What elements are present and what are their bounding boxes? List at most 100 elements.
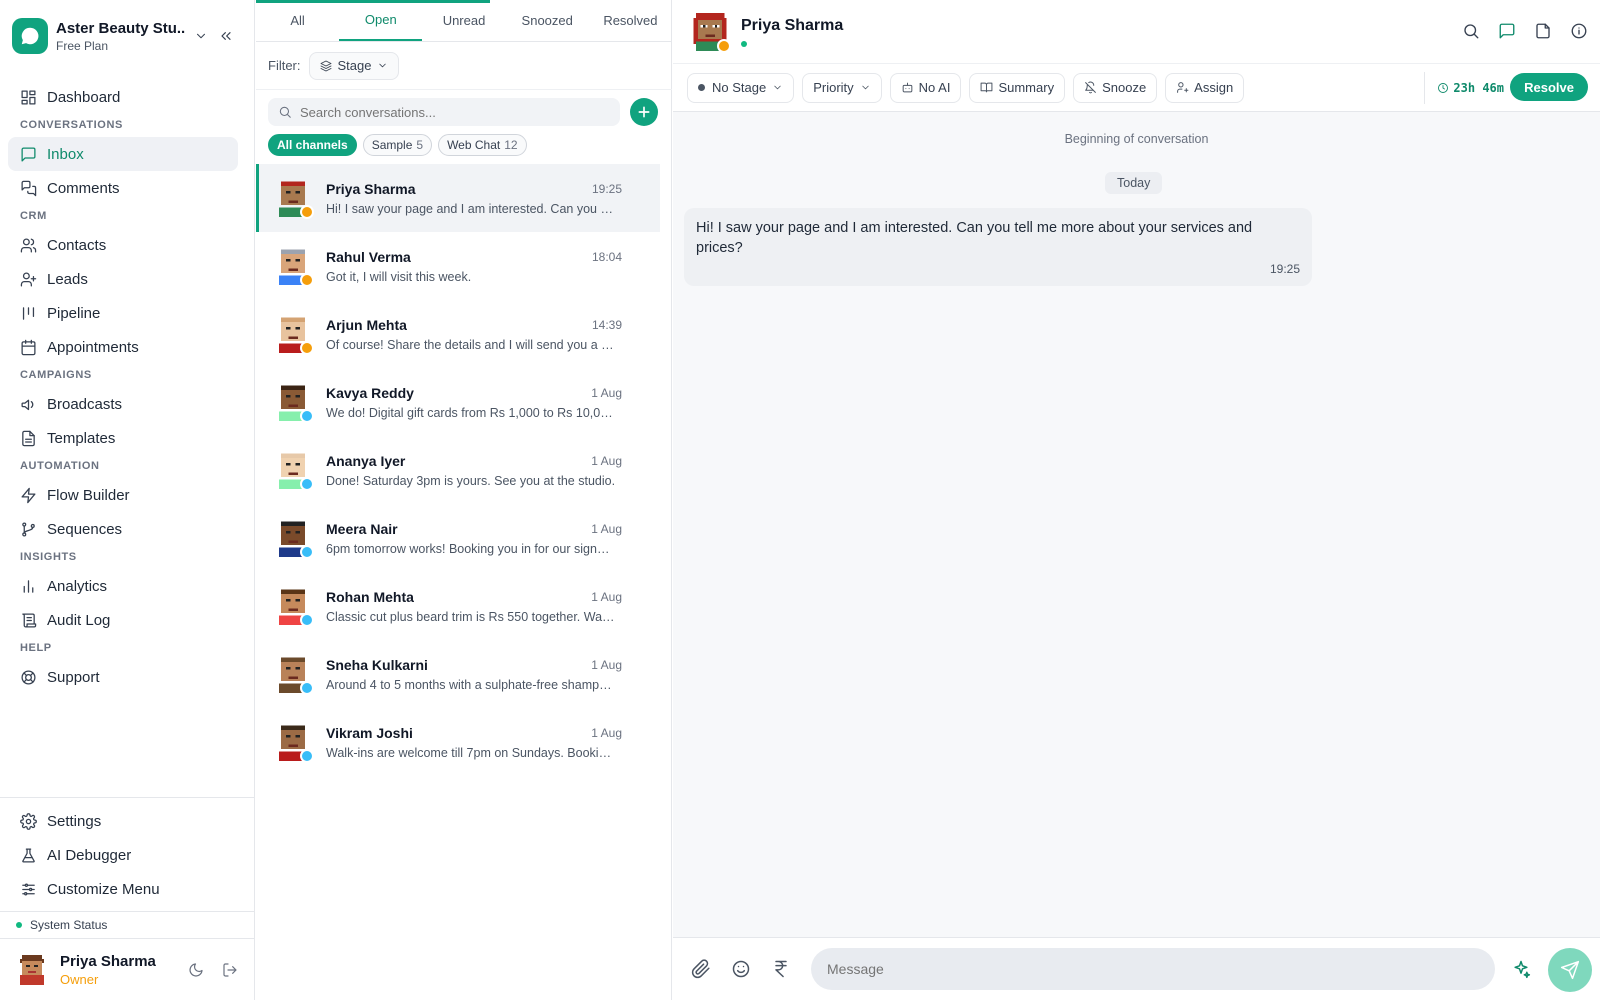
conversation-item[interactable]: Priya Sharma 19:25 Hi! I saw your page and… <box>256 164 660 232</box>
conversation-item[interactable]: Arjun Mehta 14:39 Of course! Share the det… <box>256 300 672 368</box>
conversation-name: Priya Sharma <box>326 180 416 197</box>
conversation-item[interactable]: Rohan Mehta 1 Aug Classic cut plus beard t… <box>256 572 672 640</box>
nav-settings[interactable]: Settings <box>8 804 247 838</box>
nav-appointments[interactable]: Appointments <box>8 330 238 364</box>
note-icon[interactable] <box>1534 22 1552 40</box>
priority-dropdown[interactable]: Priority <box>802 72 882 103</box>
conversation-item[interactable]: Rahul Verma 18:04 Got it, I will visit thi… <box>256 232 672 300</box>
contact-avatar <box>274 247 314 287</box>
channel-badge <box>300 205 314 219</box>
nav-label: Dashboard <box>47 88 121 106</box>
collapse-sidebar-icon[interactable] <box>218 28 234 44</box>
user-profile[interactable]: Priya Sharma Owner <box>0 940 255 1000</box>
conversation-item[interactable]: Kavya Reddy 1 Aug We do! Digital gift card… <box>256 368 672 436</box>
send-button[interactable] <box>1548 948 1592 992</box>
new-conversation-button[interactable] <box>630 98 658 126</box>
nav-section-insights: INSIGHTS <box>20 551 77 563</box>
message-input[interactable] <box>811 948 1495 990</box>
nav-broadcasts[interactable]: Broadcasts <box>8 387 238 421</box>
nav-customize-menu[interactable]: Customize Menu <box>8 872 247 906</box>
paperclip-icon[interactable] <box>691 959 711 979</box>
message-bubble: Hi! I saw your page and I am interested.… <box>684 208 1312 286</box>
tab-all[interactable]: All <box>256 0 339 41</box>
conversation-preview: We do! Digital gift cards from Rs 1,000 … <box>326 405 616 420</box>
search-input[interactable] <box>300 104 600 120</box>
conversation-preview: Of course! Share the details and I will … <box>326 337 616 352</box>
scroll-icon <box>22 612 37 628</box>
conversation-time: 18:04 <box>591 249 622 264</box>
channel-chip-web-chat[interactable]: Web Chat 12 <box>438 134 527 156</box>
chat-icon[interactable] <box>1498 22 1516 40</box>
workspace-switcher[interactable]: Aster Beauty Stu... Free Plan <box>12 16 244 56</box>
priority-label: Priority <box>813 80 854 95</box>
tab-resolved[interactable]: Resolved <box>589 0 672 41</box>
conversation-item[interactable]: Ananya Iyer 1 Aug Done! Saturday 3pm is yo… <box>256 436 672 504</box>
nav-leads[interactable]: Leads <box>8 262 238 296</box>
send-icon <box>1560 960 1580 980</box>
tab-unread[interactable]: Unread <box>422 0 505 41</box>
chevron-down-icon[interactable] <box>194 29 208 43</box>
conversation-item[interactable]: Meera Nair 1 Aug 6pm tomorrow works! Booki… <box>256 504 672 572</box>
lifebuoy-icon <box>21 669 36 685</box>
ai-toggle-button[interactable]: No AI <box>889 72 962 103</box>
nav-label: Pipeline <box>47 304 101 322</box>
channel-chip-all[interactable]: All channels <box>268 134 357 156</box>
avatar <box>20 955 44 985</box>
conversation-list-panel: All Open Unread Snoozed Resolved Filter:… <box>256 0 672 1000</box>
contact-avatar[interactable] <box>691 12 731 53</box>
nav-flow-builder[interactable]: Flow Builder <box>8 478 238 512</box>
chevron-down-icon <box>379 63 387 68</box>
main-nav: Dashboard CONVERSATIONS Inbox Comments C… <box>8 80 238 694</box>
chat-panel: Priya Sharma No Stage Priority No AI Sum… <box>673 0 1600 1000</box>
search-icon[interactable] <box>1462 22 1480 40</box>
nav-contacts[interactable]: Contacts <box>8 228 238 262</box>
stage-dropdown[interactable]: No Stage <box>687 72 795 103</box>
contact-avatar <box>274 315 314 355</box>
conversation-time: 1 Aug <box>591 725 622 740</box>
nav-label: Comments <box>47 179 120 197</box>
conversation-name: Sneha Kulkarni <box>326 656 428 673</box>
system-status[interactable]: System Status <box>0 911 255 939</box>
moon-icon[interactable] <box>188 962 204 978</box>
conversation-name: Rahul Verma <box>326 248 411 265</box>
summary-button[interactable]: Summary <box>969 72 1066 103</box>
info-icon[interactable] <box>1570 22 1588 40</box>
nav-support[interactable]: Support <box>8 660 238 694</box>
nav-dashboard[interactable]: Dashboard <box>8 80 238 114</box>
conversation-time: 14:39 <box>591 317 622 332</box>
conversation-list: Priya Sharma 19:25 Hi! I saw your page and… <box>256 164 672 776</box>
nav-pipeline[interactable]: Pipeline <box>8 296 238 330</box>
filter-row: Filter: Stage <box>256 42 672 90</box>
channel-badge <box>300 749 314 763</box>
sparkle-icon[interactable] <box>1511 959 1531 979</box>
emoji-icon[interactable] <box>731 959 751 979</box>
nav-analytics[interactable]: Analytics <box>8 569 238 603</box>
nav-ai-debugger[interactable]: AI Debugger <box>8 838 247 872</box>
conversation-time: 1 Aug <box>591 385 622 400</box>
channel-count: 5 <box>416 138 424 152</box>
nav-comments[interactable]: Comments <box>8 171 238 205</box>
nav-templates[interactable]: Templates <box>8 421 238 455</box>
nav-sequences[interactable]: Sequences <box>8 512 238 546</box>
pipeline-icon <box>22 306 35 320</box>
message-time: 19:25 <box>1269 262 1300 276</box>
dashboard-icon <box>21 89 36 105</box>
summary-label: Summary <box>998 80 1055 95</box>
rupee-icon[interactable] <box>771 959 791 979</box>
status-tabs: All Open Unread Snoozed Resolved <box>256 0 672 42</box>
nav-inbox[interactable]: Inbox <box>8 137 238 171</box>
conversation-time: 1 Aug <box>591 453 622 468</box>
nav-label: Analytics <box>47 577 108 595</box>
resolve-button[interactable]: Resolve <box>1510 73 1588 101</box>
channel-chip-sample[interactable]: Sample 5 <box>362 134 433 156</box>
assign-button[interactable]: Assign <box>1165 72 1245 103</box>
conversation-item[interactable]: Vikram Joshi 1 Aug Walk-ins are welcome ti… <box>256 708 672 776</box>
tab-open[interactable]: Open <box>339 0 423 41</box>
nav-label: Contacts <box>47 236 107 254</box>
logout-icon[interactable] <box>222 962 238 978</box>
stage-filter-button[interactable]: Stage <box>308 51 400 80</box>
conversation-item[interactable]: Sneha Kulkarni 1 Aug Around 4 to 5 months … <box>256 640 672 708</box>
snooze-button[interactable]: Snooze <box>1073 72 1158 103</box>
tab-snoozed[interactable]: Snoozed <box>506 0 589 41</box>
nav-audit-log[interactable]: Audit Log <box>8 603 238 637</box>
